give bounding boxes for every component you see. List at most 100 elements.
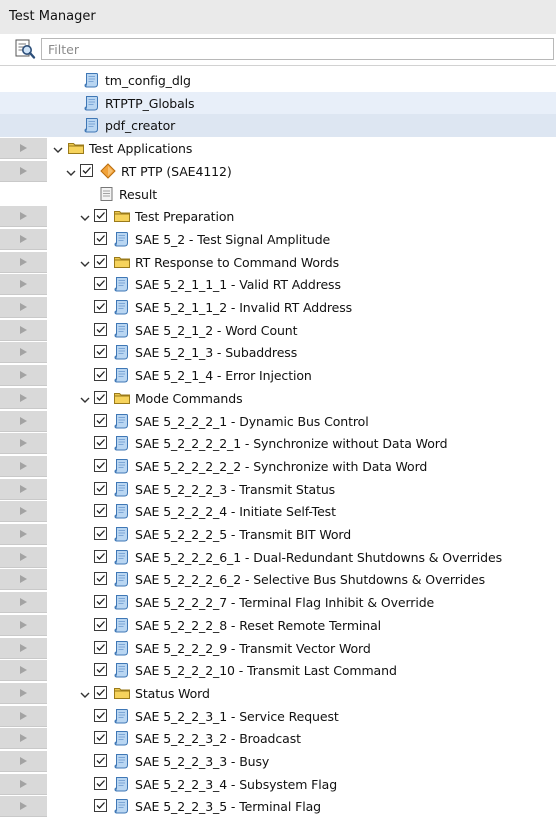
- tree-checkbox[interactable]: [94, 731, 107, 745]
- run-button[interactable]: [0, 138, 47, 160]
- tree-row[interactable]: SAE 5_2_2_2_1 - Dynamic Bus Control: [0, 410, 556, 433]
- chevron-down-icon[interactable]: [53, 143, 63, 154]
- tree-checkbox[interactable]: [94, 549, 107, 563]
- tree-checkbox[interactable]: [94, 345, 107, 359]
- tree-row[interactable]: Status Word: [0, 682, 556, 705]
- tree-row[interactable]: SAE 5_2_2_3_5 - Terminal Flag: [0, 795, 556, 818]
- run-button[interactable]: [0, 297, 47, 318]
- tree-checkbox[interactable]: [94, 504, 107, 518]
- run-button[interactable]: [0, 637, 47, 659]
- chevron-down-icon[interactable]: [80, 688, 90, 698]
- tree-checkbox[interactable]: [94, 231, 107, 245]
- tree-row[interactable]: SAE 5_2_2_2_5 - Transmit BIT Word: [0, 523, 556, 546]
- tree-checkbox[interactable]: [94, 754, 107, 767]
- filter-search-icon[interactable]: [14, 38, 36, 60]
- run-button[interactable]: [0, 206, 47, 228]
- tree-checkbox[interactable]: [94, 277, 107, 291]
- tree-checkbox[interactable]: [94, 458, 107, 472]
- tree-checkbox[interactable]: [94, 776, 107, 790]
- tree-row[interactable]: SAE 5_2_2_3_2 - Broadcast: [0, 727, 556, 750]
- tree-row[interactable]: SAE 5_2_2_2_7 - Terminal Flag Inhibit & …: [0, 591, 556, 614]
- run-button[interactable]: [0, 251, 47, 273]
- tree-checkbox[interactable]: [94, 595, 107, 609]
- tree-checkbox[interactable]: [94, 390, 107, 404]
- tree-row[interactable]: SAE 5_2_2_2_3 - Transmit Status: [0, 478, 556, 501]
- tree-row[interactable]: RT Response to Command Words: [0, 251, 556, 274]
- run-button[interactable]: [0, 796, 47, 818]
- tree-checkbox[interactable]: [94, 640, 107, 654]
- run-button[interactable]: [0, 319, 47, 341]
- tree-row[interactable]: Test Preparation: [0, 205, 556, 228]
- tree-checkbox[interactable]: [94, 209, 107, 223]
- run-button[interactable]: [0, 614, 47, 636]
- run-button[interactable]: [0, 728, 47, 750]
- tree-row[interactable]: Mode Commands: [0, 387, 556, 410]
- tree-row[interactable]: SAE 5_2_2_2_8 - Reset Remote Terminal: [0, 614, 556, 637]
- run-button[interactable]: [0, 660, 47, 682]
- tree-checkbox[interactable]: [94, 572, 107, 586]
- tree-checkbox[interactable]: [94, 708, 107, 722]
- tree-checkbox[interactable]: [94, 436, 107, 450]
- tree-row[interactable]: SAE 5_2_2_2_10 - Transmit Last Command: [0, 659, 556, 682]
- run-button[interactable]: [0, 592, 47, 614]
- tree-row[interactable]: SAE 5_2_2_2_2_2 - Synchronize with Data …: [0, 455, 556, 478]
- run-button[interactable]: [0, 478, 47, 500]
- run-button[interactable]: [0, 342, 47, 364]
- tree-checkbox[interactable]: [94, 300, 107, 313]
- tree-checkbox[interactable]: [94, 368, 107, 382]
- run-button[interactable]: [0, 546, 47, 568]
- tree-checkbox[interactable]: [94, 685, 107, 699]
- chevron-down-icon[interactable]: [80, 393, 90, 403]
- tree-row[interactable]: SAE 5_2_2_2_6_2 - Selective Bus Shutdown…: [0, 568, 556, 591]
- tree-checkbox[interactable]: [94, 799, 107, 813]
- chevron-down-icon[interactable]: [66, 166, 76, 176]
- run-button[interactable]: [0, 569, 47, 591]
- run-button[interactable]: [0, 410, 47, 432]
- tree-checkbox[interactable]: [94, 617, 107, 631]
- tree-checkbox[interactable]: [94, 322, 107, 336]
- tree-row[interactable]: SAE 5_2_2_2_9 - Transmit Vector Word: [0, 637, 556, 660]
- tree-row[interactable]: Test Applications: [0, 137, 556, 160]
- run-button[interactable]: [0, 773, 47, 795]
- tree-row[interactable]: SAE 5_2_2_3_4 - Subsystem Flag: [0, 773, 556, 796]
- tree-row[interactable]: SAE 5_2_1_2 - Word Count: [0, 319, 556, 342]
- run-button[interactable]: [0, 365, 47, 387]
- run-button[interactable]: [0, 682, 47, 704]
- tree-item-label: SAE 5_2_2_3_2 - Broadcast: [135, 731, 301, 747]
- run-button[interactable]: [0, 751, 47, 772]
- tree-row[interactable]: SAE 5_2_2_2_6_1 - Dual-Redundant Shutdow…: [0, 546, 556, 569]
- tree-row[interactable]: SAE 5_2_2_2_4 - Initiate Self-Test: [0, 500, 556, 523]
- tree-checkbox[interactable]: [94, 254, 107, 268]
- tree-row[interactable]: SAE 5_2 - Test Signal Amplitude: [0, 228, 556, 251]
- tree-row[interactable]: Result: [0, 183, 556, 206]
- tree-row[interactable]: SAE 5_2_1_1_1 - Valid RT Address: [0, 273, 556, 296]
- tree-row[interactable]: SAE 5_2_2_2_2_1 - Synchronize without Da…: [0, 432, 556, 455]
- tree-checkbox[interactable]: [94, 413, 107, 427]
- run-button[interactable]: [0, 228, 47, 250]
- run-button[interactable]: [0, 705, 47, 727]
- script-icon: [113, 321, 131, 339]
- tree-row[interactable]: RT PTP (SAE4112): [0, 160, 556, 183]
- tree-checkbox[interactable]: [94, 527, 107, 540]
- run-button[interactable]: [0, 455, 47, 477]
- tree-checkbox[interactable]: [94, 481, 107, 495]
- tree-row[interactable]: SAE 5_2_2_3_1 - Service Request: [0, 705, 556, 728]
- tree-row[interactable]: tm_config_dlg: [0, 69, 556, 92]
- tree-row[interactable]: SAE 5_2_1_3 - Subaddress: [0, 341, 556, 364]
- run-button[interactable]: [0, 524, 47, 545]
- run-button[interactable]: [0, 387, 47, 409]
- tree-row[interactable]: SAE 5_2_1_4 - Error Injection: [0, 364, 556, 387]
- run-button[interactable]: [0, 160, 47, 182]
- run-button[interactable]: [0, 274, 47, 296]
- chevron-down-icon[interactable]: [80, 257, 90, 267]
- tree-checkbox[interactable]: [94, 663, 107, 677]
- run-button[interactable]: [0, 433, 47, 455]
- tree-row[interactable]: pdf_creator: [0, 114, 556, 138]
- tree-row[interactable]: RTPTP_Globals: [0, 91, 556, 115]
- tree-checkbox[interactable]: [80, 163, 93, 177]
- chevron-down-icon[interactable]: [80, 211, 90, 222]
- filter-input[interactable]: [41, 38, 554, 60]
- tree-row[interactable]: SAE 5_2_2_3_3 - Busy: [0, 750, 556, 773]
- run-button[interactable]: [0, 501, 47, 523]
- tree-row[interactable]: SAE 5_2_1_1_2 - Invalid RT Address: [0, 296, 556, 319]
